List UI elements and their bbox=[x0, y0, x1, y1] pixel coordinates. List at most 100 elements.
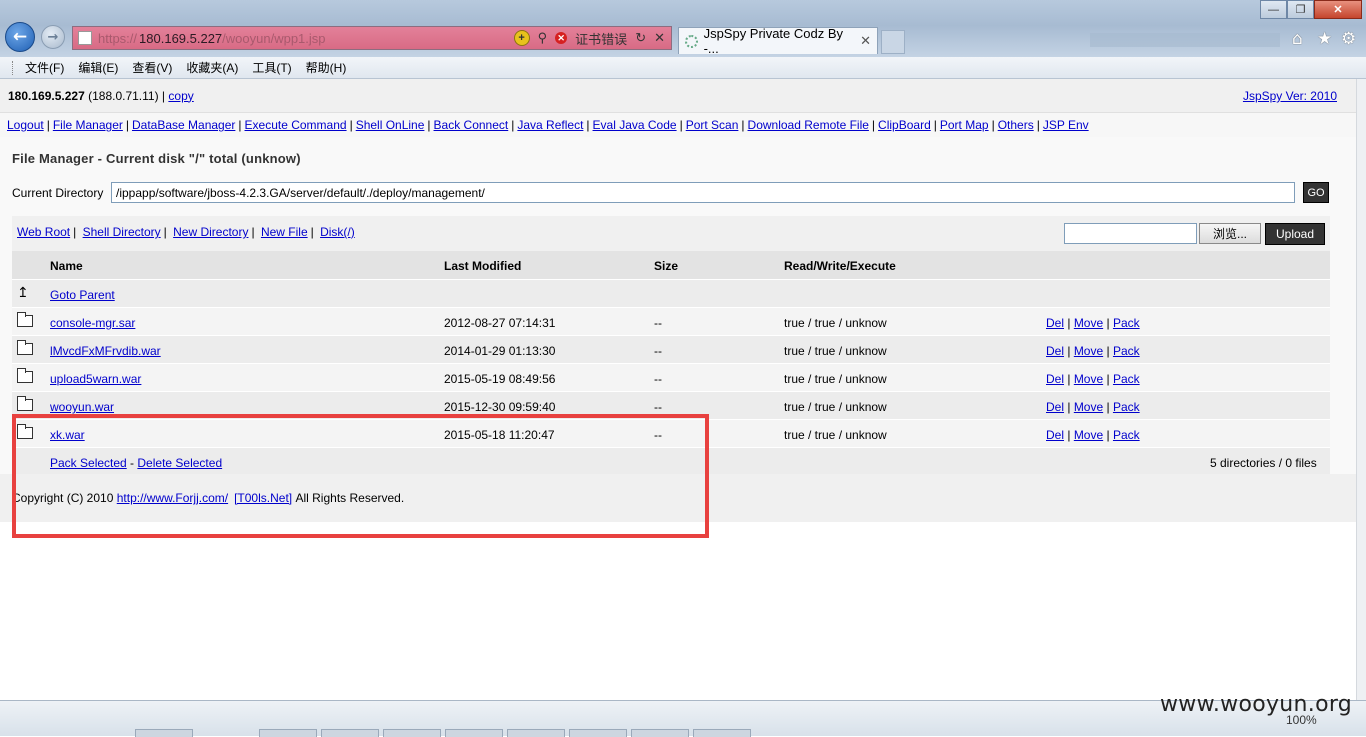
new-tab-button[interactable] bbox=[881, 30, 905, 54]
column-last-modified: Last Modified bbox=[444, 259, 522, 273]
go-button[interactable]: GO bbox=[1303, 182, 1329, 203]
pack-link[interactable]: Pack bbox=[1113, 400, 1140, 414]
upload-file-input[interactable] bbox=[1064, 223, 1197, 244]
stop-icon[interactable]: ✕ bbox=[654, 30, 665, 46]
pack-link[interactable]: Pack bbox=[1113, 316, 1140, 330]
back-button[interactable]: ← bbox=[5, 22, 35, 52]
new-file-link[interactable]: New File bbox=[261, 225, 308, 239]
pack-link[interactable]: Pack bbox=[1113, 428, 1140, 442]
folder-icon bbox=[17, 312, 33, 330]
directory-links: Web Root | Shell Directory | New Directory… bbox=[17, 225, 355, 239]
search-icon[interactable]: ⚲ bbox=[538, 30, 548, 46]
close-window-button[interactable]: ✕ bbox=[1314, 0, 1362, 19]
cert-error-label[interactable]: 证书错误 bbox=[575, 29, 627, 48]
del-link[interactable]: Del bbox=[1046, 428, 1064, 442]
move-link[interactable]: Move bbox=[1074, 372, 1103, 386]
url-scheme: https:// bbox=[98, 30, 138, 46]
home-icon[interactable]: ⌂ bbox=[1292, 29, 1303, 49]
cert-error-icon[interactable]: ✕ bbox=[555, 32, 568, 44]
up-arrow-icon: ↥ bbox=[17, 285, 29, 301]
column-name: Name bbox=[50, 259, 83, 273]
upload-button[interactable]: Upload bbox=[1265, 223, 1325, 245]
move-link[interactable]: Move bbox=[1074, 344, 1103, 358]
size: -- bbox=[654, 372, 662, 386]
nav-file-manager[interactable]: File Manager bbox=[53, 118, 123, 132]
permissions: true / true / unknow bbox=[784, 428, 887, 442]
nav-execute-command[interactable]: Execute Command bbox=[245, 118, 347, 132]
menu-tools[interactable]: 工具(T) bbox=[245, 59, 298, 76]
column-size: Size bbox=[654, 259, 679, 273]
server-info-bar: 180.169.5.227 (188.0.71.11) | copy JspSp… bbox=[0, 79, 1356, 113]
menu-bar: 文件(F) 编辑(E) 查看(V) 收藏夹(A) 工具(T) 帮助(H) bbox=[0, 57, 1366, 79]
url-path: /wooyun/wpp1.jsp bbox=[222, 30, 326, 46]
watermark: www.wooyun.org bbox=[1160, 692, 1353, 717]
menu-favorites[interactable]: 收藏夹(A) bbox=[179, 59, 245, 76]
row-actions: Del | Move | Pack bbox=[1046, 400, 1140, 414]
tab-jspspy[interactable]: JspSpy Private Codz By -... ✕ bbox=[678, 26, 878, 56]
file-name-link[interactable]: lMvcdFxMFrvdib.war bbox=[50, 344, 161, 358]
copy-link[interactable]: copy bbox=[168, 89, 193, 103]
menu-help[interactable]: 帮助(H) bbox=[299, 59, 354, 76]
nav-download-remote-file[interactable]: Download Remote File bbox=[748, 118, 869, 132]
nav-jsp-env[interactable]: JSP Env bbox=[1043, 118, 1089, 132]
nav-logout[interactable]: Logout bbox=[7, 118, 44, 132]
size: -- bbox=[654, 400, 662, 414]
new-directory-link[interactable]: New Directory bbox=[173, 225, 248, 239]
nav-port-scan[interactable]: Port Scan bbox=[686, 118, 739, 132]
move-link[interactable]: Move bbox=[1074, 316, 1103, 330]
version-link[interactable]: JspSpy Ver: 2010 bbox=[1243, 89, 1337, 103]
file-name-link[interactable]: console-mgr.sar bbox=[50, 316, 135, 330]
shell-directory-link[interactable]: Shell Directory bbox=[83, 225, 161, 239]
refresh-icon[interactable]: ↻ bbox=[635, 30, 646, 46]
size: -- bbox=[654, 316, 662, 330]
address-bar[interactable]: https:// 180.169.5.227 /wooyun/wpp1.jsp … bbox=[72, 26, 672, 50]
page-title: File Manager - Current disk "/" total (u… bbox=[12, 151, 301, 166]
file-name-link[interactable]: upload5warn.war bbox=[50, 372, 141, 386]
file-count-summary: 5 directories / 0 files bbox=[1210, 456, 1317, 470]
server-ip: 180.169.5.227 bbox=[8, 88, 85, 103]
table-row: console-mgr.sar 2012-08-27 07:14:31 -- t… bbox=[12, 308, 1330, 336]
nav-others[interactable]: Others bbox=[998, 118, 1034, 132]
maximize-button[interactable]: ❐ bbox=[1287, 0, 1314, 19]
browse-button[interactable]: 浏览... bbox=[1199, 223, 1261, 244]
nav-back-connect[interactable]: Back Connect bbox=[434, 118, 509, 132]
compatibility-icon[interactable]: + bbox=[513, 30, 530, 46]
minimize-button[interactable]: — bbox=[1260, 0, 1287, 19]
move-link[interactable]: Move bbox=[1074, 428, 1103, 442]
loading-icon bbox=[685, 34, 698, 48]
nav-database-manager[interactable]: DataBase Manager bbox=[132, 118, 235, 132]
web-root-link[interactable]: Web Root bbox=[17, 225, 70, 239]
permissions: true / true / unknow bbox=[784, 316, 887, 330]
tab-title: JspSpy Private Codz By -... bbox=[703, 26, 844, 56]
tab-close-icon[interactable]: ✕ bbox=[860, 33, 871, 49]
pack-link[interactable]: Pack bbox=[1113, 344, 1140, 358]
goto-parent-link[interactable]: Goto Parent bbox=[50, 288, 115, 302]
column-rwx: Read/Write/Execute bbox=[784, 259, 896, 273]
gear-icon[interactable]: ⚙ bbox=[1341, 29, 1356, 49]
nav-clipboard[interactable]: ClipBoard bbox=[878, 118, 931, 132]
del-link[interactable]: Del bbox=[1046, 372, 1064, 386]
favorites-star-icon[interactable]: ★ bbox=[1317, 29, 1332, 49]
disk-link[interactable]: Disk(/) bbox=[320, 225, 355, 239]
menu-file[interactable]: 文件(F) bbox=[18, 59, 71, 76]
pack-link[interactable]: Pack bbox=[1113, 372, 1140, 386]
menu-edit[interactable]: 编辑(E) bbox=[71, 59, 125, 76]
nav-eval-java-code[interactable]: Eval Java Code bbox=[593, 118, 677, 132]
nav-java-reflect[interactable]: Java Reflect bbox=[517, 118, 583, 132]
permissions: true / true / unknow bbox=[784, 400, 887, 414]
move-link[interactable]: Move bbox=[1074, 400, 1103, 414]
current-directory-input[interactable] bbox=[111, 182, 1295, 203]
file-name-link[interactable]: wooyun.war bbox=[50, 400, 114, 414]
nav-port-map[interactable]: Port Map bbox=[940, 118, 989, 132]
del-link[interactable]: Del bbox=[1046, 316, 1064, 330]
nav-shell-online[interactable]: Shell OnLine bbox=[356, 118, 425, 132]
folder-icon bbox=[17, 396, 33, 414]
current-directory-label: Current Directory bbox=[12, 186, 104, 200]
forward-button[interactable]: → bbox=[41, 25, 65, 49]
menu-view[interactable]: 查看(V) bbox=[125, 59, 179, 76]
row-actions: Del | Move | Pack bbox=[1046, 428, 1140, 442]
del-link[interactable]: Del bbox=[1046, 344, 1064, 358]
size: -- bbox=[654, 344, 662, 358]
del-link[interactable]: Del bbox=[1046, 400, 1064, 414]
vertical-scrollbar[interactable] bbox=[1356, 79, 1366, 700]
